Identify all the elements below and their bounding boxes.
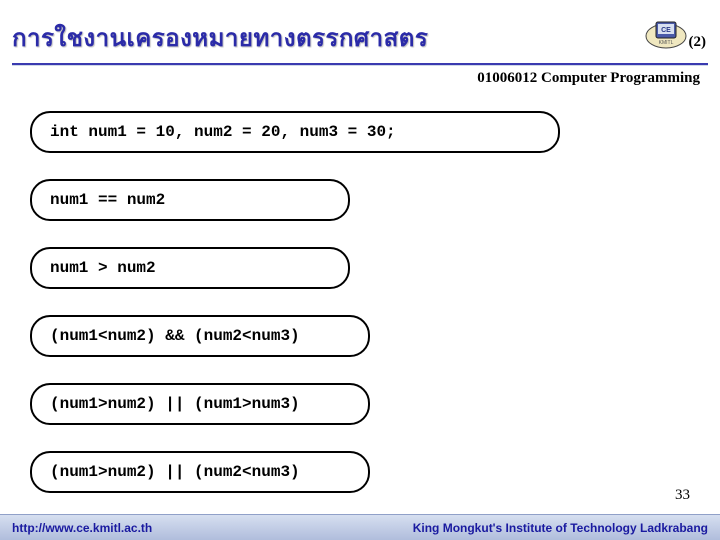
footer: http://www.ce.kmitl.ac.th King Mongkut's… — [0, 514, 720, 540]
course-subtitle: 01006012 Computer Programming — [477, 70, 700, 87]
code-declaration: int num1 = 10, num2 = 20, num3 = 30; — [30, 111, 560, 153]
header: การใชงานเครองหมายทางตรรกศาสตร 01006012 C… — [0, 0, 720, 87]
page-number: 33 — [675, 487, 690, 504]
svg-text:KMITL: KMITL — [659, 40, 674, 46]
content-area: int num1 = 10, num2 = 20, num3 = 30; num… — [0, 87, 720, 519]
ce-kmitl-logo-icon: CE KMITL — [642, 14, 690, 52]
page-title: การใชงานเครองหมายทางตรรกศาสตร — [12, 18, 708, 57]
code-expression-3: (num1<num2) && (num2<num3) — [30, 315, 370, 357]
code-expression-1: num1 == num2 — [30, 179, 350, 221]
page-marker-top: (2) — [689, 34, 707, 51]
footer-url: http://www.ce.kmitl.ac.th — [12, 521, 152, 535]
footer-institution: King Mongkut's Institute of Technology L… — [413, 521, 708, 535]
code-expression-5: (num1>num2) || (num2<num3) — [30, 451, 370, 493]
code-expression-4: (num1>num2) || (num1>num3) — [30, 383, 370, 425]
code-expression-2: num1 > num2 — [30, 247, 350, 289]
subtitle-row: 01006012 Computer Programming — [12, 66, 708, 87]
svg-text:CE: CE — [661, 27, 671, 34]
